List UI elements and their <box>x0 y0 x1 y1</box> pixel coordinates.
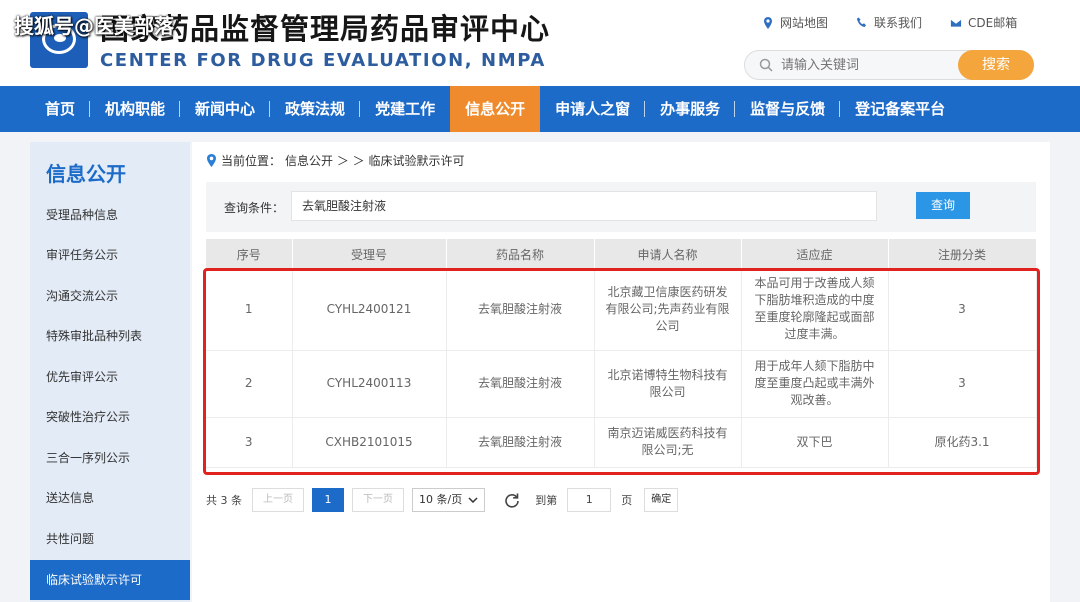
table-header-row: 序号 受理号 药品名称 申请人名称 适应症 注册分类 <box>206 239 1037 269</box>
phone-icon <box>856 17 867 27</box>
col-header-acceptance-no: 受理号 <box>292 239 447 269</box>
sohu-watermark: 搜狐号@医美部落 <box>14 14 174 38</box>
cell-category: 原化药3.1 <box>888 417 1037 468</box>
nav-item-home[interactable]: 首页 <box>30 86 91 132</box>
goto-page-input[interactable]: 1 <box>567 488 612 512</box>
breadcrumb-path[interactable]: 信息公开 ＞ ＞ 临床试验默示许可 <box>285 152 464 169</box>
table-row[interactable]: 2 CYHL2400113 去氧胆酸注射液 北京诺博特生物科技有限公司 用于成年… <box>206 350 1037 418</box>
sidebar: 信息公开 受理品种信息 审评任务公示 沟通交流公示 特殊审批品种列表 优先审评公… <box>30 142 190 602</box>
sidebar-item-accepted-varieties[interactable]: 受理品种信息 <box>30 195 190 235</box>
nav-item-party[interactable]: 党建工作 <box>360 86 450 132</box>
nav-item-applicants[interactable]: 申请人之窗 <box>540 86 646 132</box>
cell-index: 3 <box>206 417 293 468</box>
cell-acceptance-no: CYHL2400121 <box>292 269 447 351</box>
contact-link[interactable]: 联系我们 <box>856 14 922 31</box>
cell-acceptance-no: CYHL2400113 <box>292 350 447 418</box>
refresh-icon[interactable] <box>503 491 521 509</box>
cell-drug-name: 去氧胆酸注射液 <box>446 269 595 351</box>
cell-indication: 双下巴 <box>741 417 889 468</box>
next-page-button[interactable]: 下一页 <box>352 488 404 512</box>
site-title-en: CENTER FOR DRUG EVALUATION, NMPA <box>100 50 546 71</box>
table-row[interactable]: 3 CXHB2101015 去氧胆酸注射液 南京迈诺威医药科技有限公司;无 双下… <box>206 417 1037 468</box>
sidebar-item-review-tasks[interactable]: 审评任务公示 <box>30 235 190 275</box>
sidebar-item-communication[interactable]: 沟通交流公示 <box>30 276 190 316</box>
query-button[interactable]: 查询 <box>916 192 970 219</box>
total-count: 共 3 条 <box>206 494 242 507</box>
nav-item-news[interactable]: 新闻中心 <box>180 86 271 132</box>
breadcrumb: 当前位置： 信息公开 ＞ ＞ 临床试验默示许可 <box>206 152 464 169</box>
main-panel: 当前位置： 信息公开 ＞ ＞ 临床试验默示许可 查询条件： 去氧胆酸注射液 查询… <box>192 142 1050 602</box>
page-size-value: 10 条/页 <box>419 493 463 506</box>
col-header-applicant: 申请人名称 <box>594 239 742 269</box>
nav-item-feedback[interactable]: 监督与反馈 <box>735 86 841 132</box>
nav-item-functions[interactable]: 机构职能 <box>90 86 181 132</box>
chevron-down-icon <box>468 497 478 503</box>
cell-applicant: 南京迈诺威医药科技有限公司;无 <box>594 417 742 468</box>
nav-item-registration[interactable]: 登记备案平台 <box>840 86 960 132</box>
nav-item-policies[interactable]: 政策法规 <box>270 86 361 132</box>
page-size-select[interactable]: 10 条/页 <box>412 488 486 512</box>
sitemap-link-label: 网站地图 <box>780 16 829 30</box>
col-header-indication: 适应症 <box>741 239 889 269</box>
query-input[interactable]: 去氧胆酸注射液 <box>291 191 877 221</box>
col-header-index: 序号 <box>206 239 293 269</box>
main-nav: 首页 机构职能 新闻中心 政策法规 党建工作 信息公开 申请人之窗 办事服务 监… <box>0 86 1080 132</box>
top-links: 网站地图 联系我们 CDE邮箱 <box>762 14 1017 31</box>
goto-label: 到第 <box>535 494 558 507</box>
sidebar-item-delivery[interactable]: 送达信息 <box>30 478 190 518</box>
cell-category: 3 <box>888 269 1037 351</box>
cell-category: 3 <box>888 350 1037 418</box>
site-search-button[interactable]: 搜索 <box>958 50 1034 80</box>
nav-item-services[interactable]: 办事服务 <box>645 86 736 132</box>
cell-applicant: 北京诺博特生物科技有限公司 <box>594 350 742 418</box>
sitemap-link[interactable]: 网站地图 <box>762 14 828 31</box>
breadcrumb-prefix: 当前位置： <box>221 154 282 168</box>
cell-index: 2 <box>206 350 293 418</box>
nav-item-disclosure[interactable]: 信息公开 <box>450 86 541 132</box>
search-icon <box>759 58 773 72</box>
location-pin-icon <box>207 154 216 167</box>
col-header-drug-name: 药品名称 <box>446 239 595 269</box>
results-table: 序号 受理号 药品名称 申请人名称 适应症 注册分类 1 CYHL2400121… <box>206 239 1037 468</box>
cell-acceptance-no: CXHB2101015 <box>292 417 447 468</box>
cell-drug-name: 去氧胆酸注射液 <box>446 417 595 468</box>
cell-applicant: 北京藏卫信康医药研发有限公司;先声药业有限公司 <box>594 269 742 351</box>
cde-mail-link[interactable]: CDE邮箱 <box>950 14 1017 31</box>
cell-drug-name: 去氧胆酸注射液 <box>446 350 595 418</box>
sidebar-item-priority-review[interactable]: 优先审评公示 <box>30 357 190 397</box>
cell-indication: 本品可用于改善成人颏下脂肪堆积造成的中度至重度轮廓隆起或面部过度丰满。 <box>741 269 889 351</box>
site-search-input[interactable] <box>781 55 951 75</box>
sidebar-item-common-issues[interactable]: 共性问题 <box>30 519 190 559</box>
table-row[interactable]: 1 CYHL2400121 去氧胆酸注射液 北京藏卫信康医药研发有限公司;先声药… <box>206 269 1037 351</box>
sidebar-item-clinical-trial[interactable]: 临床试验默示许可 <box>30 560 190 600</box>
location-icon <box>764 16 772 29</box>
goto-confirm-button[interactable]: 确定 <box>644 488 679 512</box>
page-unit: 页 <box>621 494 633 507</box>
pagination: 共 3 条 上一页 1 下一页 10 条/页 到第 1 页 确定 <box>206 488 679 512</box>
sidebar-item-special-approval[interactable]: 特殊审批品种列表 <box>30 316 190 356</box>
mail-icon <box>950 18 962 27</box>
query-label: 查询条件： <box>224 201 285 215</box>
sidebar-item-breakthrough[interactable]: 突破性治疗公示 <box>30 397 190 437</box>
sidebar-item-three-in-one[interactable]: 三合一序列公示 <box>30 438 190 478</box>
page-root: 搜狐号@医美部落 国家药品监督管理局药品审评中心 CENTER FOR DRUG… <box>0 0 1080 602</box>
site-header: 搜狐号@医美部落 国家药品监督管理局药品审评中心 CENTER FOR DRUG… <box>0 0 1080 86</box>
current-page-button[interactable]: 1 <box>312 488 344 512</box>
contact-link-label: 联系我们 <box>874 16 923 30</box>
cell-index: 1 <box>206 269 293 351</box>
cell-indication: 用于成年人颏下脂肪中度至重度凸起或丰满外观改善。 <box>741 350 889 418</box>
prev-page-button[interactable]: 上一页 <box>252 488 304 512</box>
sidebar-title: 信息公开 <box>46 162 126 186</box>
cde-mail-link-label: CDE邮箱 <box>968 16 1018 30</box>
col-header-category: 注册分类 <box>888 239 1037 269</box>
query-bar: 查询条件： 去氧胆酸注射液 查询 <box>206 182 1036 232</box>
